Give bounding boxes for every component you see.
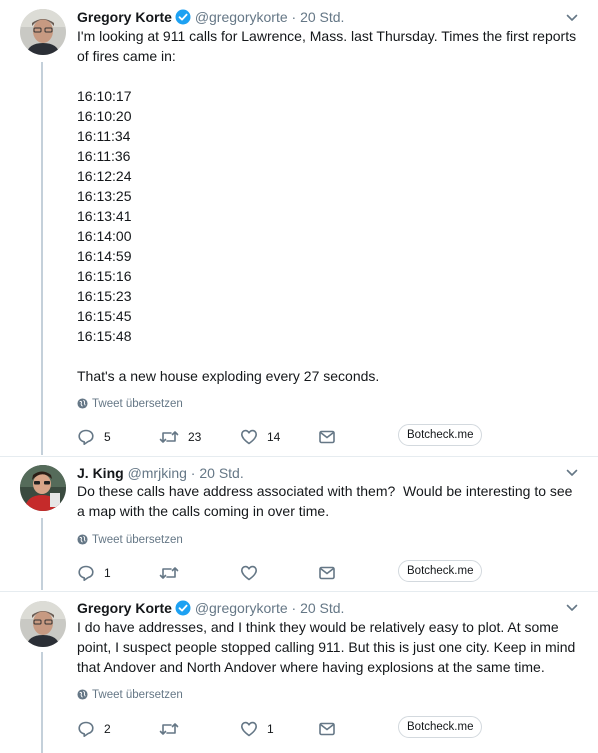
botcheck-button[interactable]: Botcheck.me	[398, 424, 483, 446]
reply-button[interactable]: 1	[77, 563, 111, 583]
reply-button[interactable]: 2	[77, 719, 111, 739]
like-button[interactable]	[240, 563, 267, 583]
avatar[interactable]	[20, 601, 66, 647]
tweet[interactable]: J. King @mrjking · 20 Std. Do these call…	[0, 457, 598, 591]
chevron-down-icon[interactable]	[566, 467, 578, 479]
reply-count: 1	[104, 566, 111, 580]
translate-label: Tweet übersetzen	[92, 398, 183, 410]
botcheck-button[interactable]: Botcheck.me	[398, 560, 483, 582]
timestamp[interactable]: 20 Std.	[300, 600, 344, 616]
tweet-header: J. King @mrjking · 20 Std.	[77, 464, 558, 482]
avatar[interactable]	[20, 465, 66, 511]
globe-icon	[77, 398, 88, 413]
globe-icon	[77, 534, 88, 549]
tweet-text: Do these calls have address associated w…	[77, 483, 577, 519]
heart-icon	[241, 429, 257, 445]
tweet[interactable]: Gregory Korte @gregorykorte · 20 Std. I …	[0, 592, 598, 753]
tweet-text: I'm looking at 911 calls for Lawrence, M…	[77, 28, 577, 384]
retweet-icon	[159, 567, 179, 579]
like-button[interactable]: 1	[240, 719, 274, 739]
retweet-icon	[159, 431, 179, 443]
chevron-down-icon[interactable]	[566, 12, 578, 24]
like-count: 14	[267, 430, 281, 444]
timestamp[interactable]: 20 Std.	[300, 9, 344, 25]
retweet-count: 23	[188, 430, 202, 444]
reply-icon	[78, 429, 94, 445]
user-handle[interactable]: @mrjking	[128, 465, 187, 481]
user-handle[interactable]: @gregorykorte	[195, 9, 288, 25]
tweet-actions: 1 Botcheck.me	[77, 560, 577, 585]
envelope-icon	[319, 566, 335, 580]
tweet-actions: 2 1 Botcheck.me	[77, 716, 577, 741]
retweet-button[interactable]	[159, 563, 188, 583]
retweet-button[interactable]: 23	[159, 427, 201, 447]
avatar[interactable]	[20, 9, 66, 55]
direct-message-button[interactable]	[318, 427, 336, 447]
reply-count: 2	[104, 722, 111, 736]
display-name[interactable]: Gregory Korte	[77, 600, 172, 616]
heart-icon	[241, 721, 257, 737]
retweet-icon	[159, 723, 179, 735]
timestamp[interactable]: 20 Std.	[199, 465, 243, 481]
display-name[interactable]: J. King	[77, 465, 124, 481]
tweet[interactable]: Gregory Korte @gregorykorte · 20 Std. I'…	[0, 0, 598, 456]
envelope-icon	[319, 722, 335, 736]
translate-link[interactable]: Tweet übersetzen	[77, 397, 183, 413]
tweet-text: I do have addresses, and I think they wo…	[77, 619, 580, 675]
envelope-icon	[319, 430, 335, 444]
botcheck-button[interactable]: Botcheck.me	[398, 716, 483, 738]
globe-icon	[77, 689, 88, 704]
retweet-button[interactable]	[159, 719, 188, 739]
reply-icon	[78, 721, 94, 737]
heart-icon	[241, 565, 257, 581]
tweet-actions: 5 23 14 Botcheck.me	[77, 424, 577, 449]
like-button[interactable]: 14	[240, 427, 280, 447]
chevron-down-icon[interactable]	[566, 602, 578, 614]
reply-count: 5	[104, 430, 111, 444]
user-handle[interactable]: @gregorykorte	[195, 600, 288, 616]
translate-link[interactable]: Tweet übersetzen	[77, 533, 183, 549]
separator-dot: ·	[291, 9, 297, 25]
separator-dot: ·	[190, 465, 196, 481]
translate-label: Tweet übersetzen	[92, 534, 183, 546]
direct-message-button[interactable]	[318, 719, 336, 739]
display-name[interactable]: Gregory Korte	[77, 9, 172, 25]
translate-label: Tweet übersetzen	[92, 689, 183, 701]
reply-icon	[78, 565, 94, 581]
direct-message-button[interactable]	[318, 563, 336, 583]
translate-link[interactable]: Tweet übersetzen	[77, 688, 183, 704]
separator-dot: ·	[291, 600, 297, 616]
reply-button[interactable]: 5	[77, 427, 111, 447]
like-count: 1	[267, 722, 274, 736]
